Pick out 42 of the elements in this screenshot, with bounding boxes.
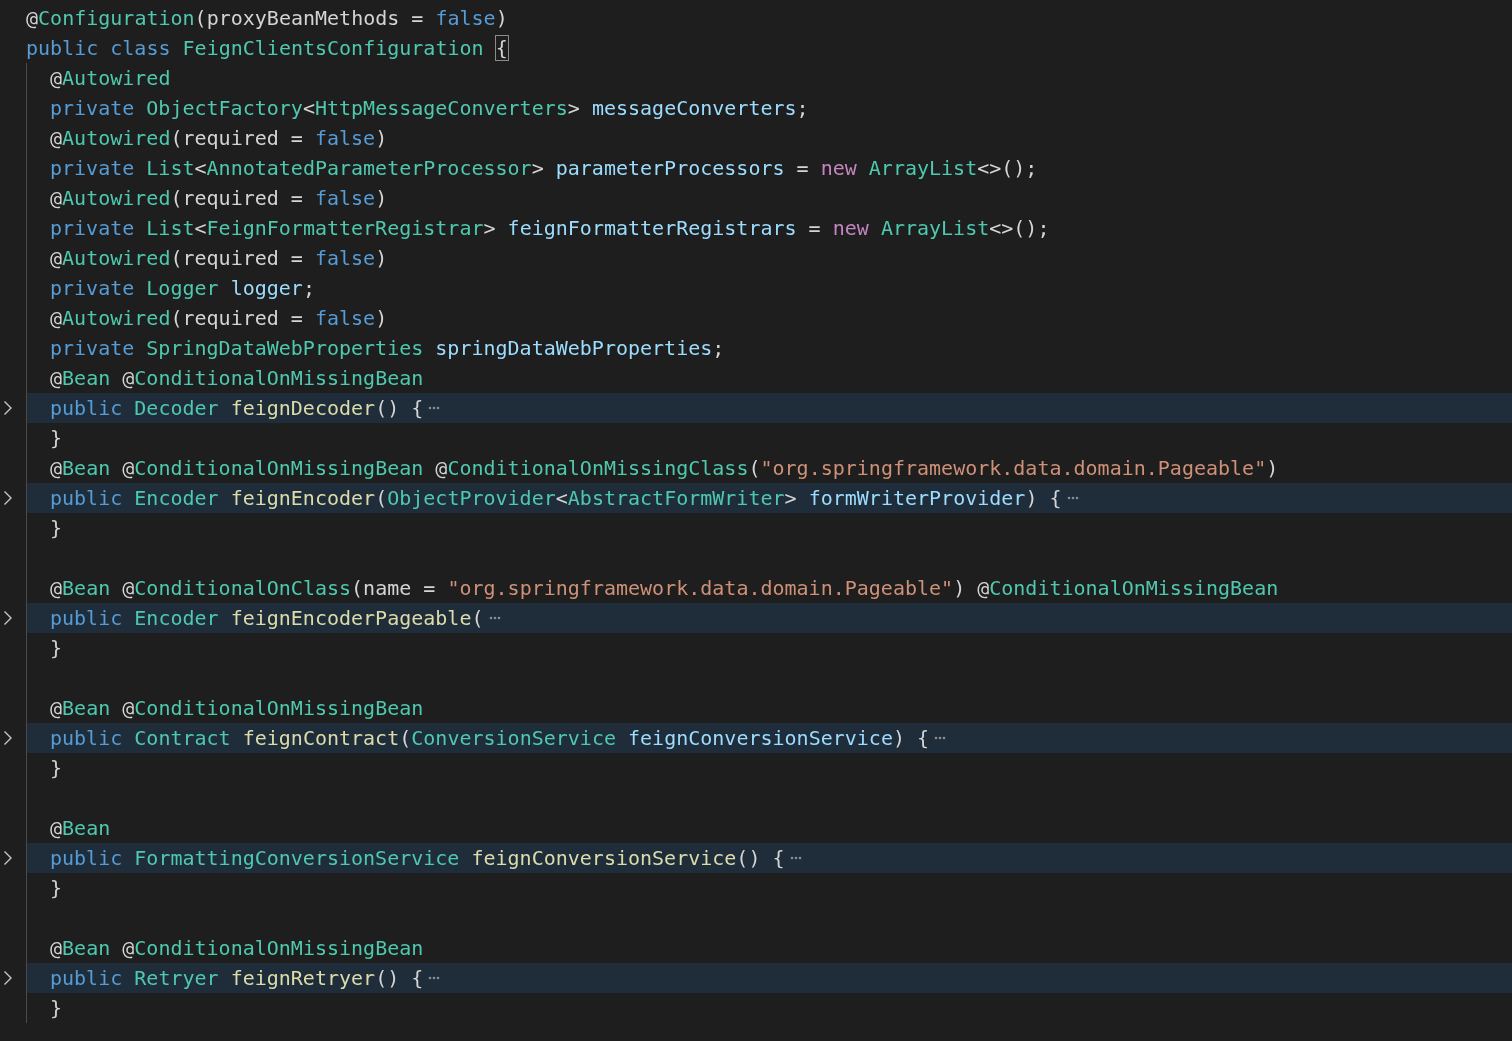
ellipsis-icon[interactable] (789, 856, 802, 860)
ellipsis-icon[interactable] (428, 406, 441, 410)
code-line: public Encoder feignEncoderPageable( (50, 605, 484, 632)
chevron-right-icon[interactable] (3, 400, 13, 416)
code-line: public Decoder feignDecoder() { (50, 395, 424, 422)
code-line: private Logger logger; (50, 275, 315, 302)
code-line: public Contract feignContract(ConversionService feignConversionService) { (50, 725, 930, 752)
chevron-right-icon[interactable] (3, 730, 13, 746)
code-line: } (50, 425, 63, 452)
ellipsis-icon[interactable] (1066, 496, 1079, 500)
code-line: @Autowired(required = false) (50, 185, 388, 212)
code-line: public Retryer feignRetryer() { (50, 965, 424, 992)
code-line: public class FeignClientsConfiguration { (26, 35, 508, 62)
ellipsis-icon[interactable] (428, 976, 441, 980)
code-line: } (50, 995, 63, 1022)
code-line: private List<AnnotatedParameterProcessor> parameterProcessors = new ArrayList<>(); (50, 155, 1038, 182)
code-line: @Bean @ConditionalOnMissingBean @ConditionalOnMissingClass("org.springframework.data.domain.Pageable") (50, 455, 1279, 482)
code-line: } (50, 635, 63, 662)
code-line: @Bean @ConditionalOnMissingBean (50, 365, 424, 392)
chevron-right-icon[interactable] (3, 970, 13, 986)
chevron-right-icon[interactable] (3, 610, 13, 626)
code-line: @Autowired(required = false) (50, 125, 388, 152)
code-line: } (50, 875, 63, 902)
code-line: @Bean @ConditionalOnClass(name = "org.springframework.data.domain.Pageable") @ConditionalOnMissingBean (50, 575, 1279, 602)
code-line: @Bean (50, 815, 111, 842)
code-line: @Configuration(proxyBeanMethods = false) (26, 5, 508, 32)
chevron-right-icon[interactable] (3, 850, 13, 866)
code-line: @Autowired(required = false) (50, 245, 388, 272)
code-line: public Encoder feignEncoder(ObjectProvider<AbstractFormWriter> formWriterProvider) { (50, 485, 1062, 512)
ellipsis-icon[interactable] (488, 616, 501, 620)
code-line: @Bean @ConditionalOnMissingBean (50, 935, 424, 962)
code-line: @Autowired(required = false) (50, 305, 388, 332)
code-line: private ObjectFactory<HttpMessageConverters> messageConverters; (50, 95, 809, 122)
code-line: @Bean @ConditionalOnMissingBean (50, 695, 424, 722)
code-line: } (50, 755, 63, 782)
code-line: private SpringDataWebProperties springDataWebProperties; (50, 335, 725, 362)
code-line: private List<FeignFormatterRegistrar> feignFormatterRegistrars = new ArrayList<>(); (50, 215, 1050, 242)
code-line: @Autowired (50, 65, 171, 92)
code-line: public FormattingConversionService feignConversionService() { (50, 845, 785, 872)
chevron-right-icon[interactable] (3, 490, 13, 506)
ellipsis-icon[interactable] (934, 736, 947, 740)
code-line: } (50, 515, 63, 542)
